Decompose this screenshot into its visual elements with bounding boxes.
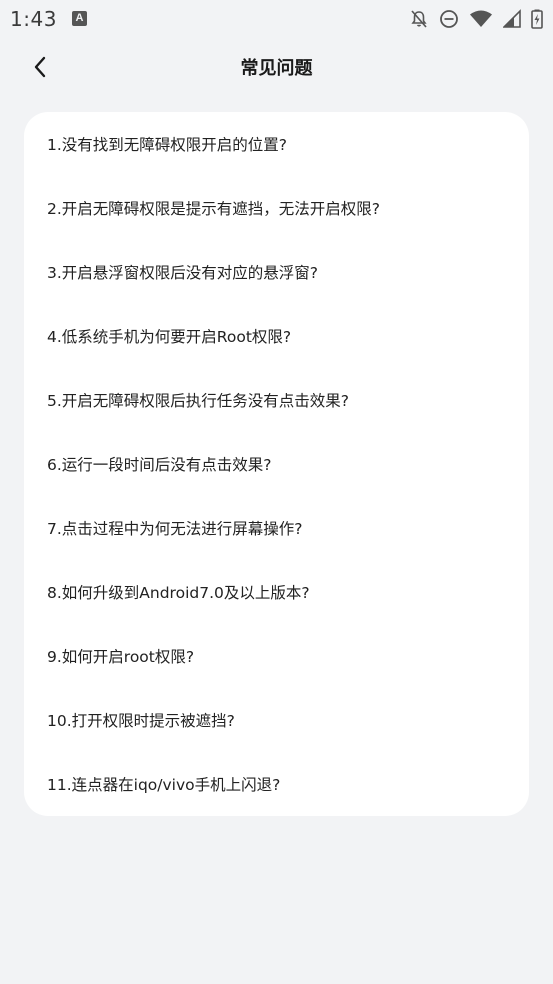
faq-item-11[interactable]: 11.连点器在iqo/vivo手机上闪退? [24,752,529,816]
wifi-icon [470,10,492,27]
faq-item-5[interactable]: 5.开启无障碍权限后执行任务没有点击效果? [24,368,529,432]
faq-item-4[interactable]: 4.低系统手机为何要开启Root权限? [24,304,529,368]
do-not-disturb-icon [440,10,458,28]
faq-list: 1.没有找到无障碍权限开启的位置? 2.开启无障碍权限是提示有遮挡，无法开启权限… [24,112,529,816]
notifications-off-icon [411,10,427,28]
faq-item-3[interactable]: 3.开启悬浮窗权限后没有对应的悬浮窗? [24,240,529,304]
status-bar: 1:43 A [0,0,553,38]
page-title: 常见问题 [240,58,313,79]
app-notification-icon: A [72,11,87,26]
faq-item-7[interactable]: 7.点击过程中为何无法进行屏幕操作? [24,496,529,560]
status-time: 1:43 [10,7,57,31]
status-icons [399,8,543,30]
faq-item-2[interactable]: 2.开启无障碍权限是提示有遮挡，无法开启权限? [24,176,529,240]
faq-item-9[interactable]: 9.如何开启root权限? [24,624,529,688]
battery-charging-icon [531,9,543,29]
faq-item-1[interactable]: 1.没有找到无障碍权限开启的位置? [24,112,529,176]
faq-item-10[interactable]: 10.打开权限时提示被遮挡? [24,688,529,752]
cellular-signal-icon [503,9,521,28]
app-header: 常见问题 [0,44,553,90]
faq-item-8[interactable]: 8.如何升级到Android7.0及以上版本? [24,560,529,624]
faq-item-6[interactable]: 6.运行一段时间后没有点击效果? [24,432,529,496]
